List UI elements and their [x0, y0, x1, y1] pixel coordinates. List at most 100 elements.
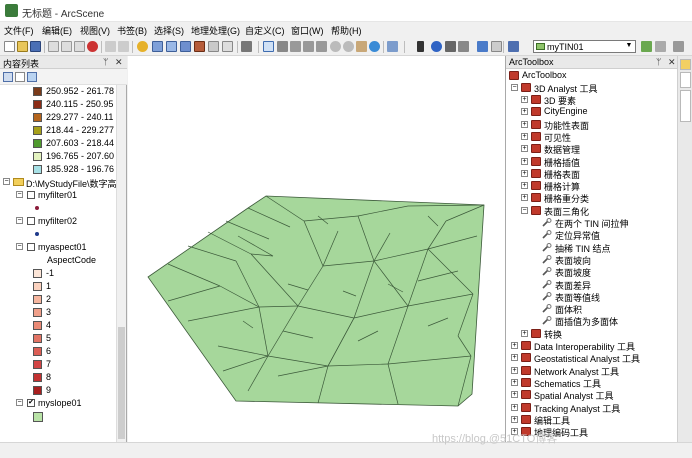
layer-name[interactable]: myslope01 [38, 398, 82, 408]
collapse-icon[interactable]: − [16, 243, 23, 250]
measure-icon[interactable] [458, 41, 469, 52]
tin-tools-icon[interactable] [655, 41, 666, 52]
zoom-out-icon[interactable] [343, 41, 354, 52]
collapse-icon[interactable]: − [16, 191, 23, 198]
layer-icon[interactable] [508, 41, 519, 52]
layer-name[interactable]: myfilter02 [38, 216, 77, 226]
toolset-label: 栅格重分类 [544, 194, 590, 205]
expand-icon[interactable]: + [521, 194, 528, 202]
menu-edit[interactable]: 编辑(E) [42, 24, 72, 37]
fly-icon[interactable] [277, 41, 288, 52]
catalog-icon[interactable] [180, 41, 191, 52]
collapse-icon[interactable]: − [16, 217, 23, 224]
expand-icon[interactable]: + [521, 108, 528, 116]
menu-bookmarks[interactable]: 书签(B) [117, 24, 147, 37]
collapse-icon[interactable]: − [3, 178, 10, 185]
expand-icon[interactable]: + [511, 378, 518, 386]
expand-icon[interactable]: + [521, 132, 528, 140]
expand-icon[interactable]: + [521, 96, 528, 103]
toc-layer-row[interactable]: − myaspect01 [0, 241, 120, 254]
list-by-source-icon[interactable] [15, 72, 25, 82]
model-builder-icon[interactable] [222, 41, 233, 52]
menu-window[interactable]: 窗口(W) [291, 24, 324, 37]
toc-group-row[interactable]: − D:\MyStudyFile\数字高 [0, 176, 120, 189]
animation-icon[interactable] [477, 41, 488, 52]
list-by-drawing-order-icon[interactable] [3, 72, 13, 82]
layer-name[interactable]: myfilter01 [38, 190, 77, 200]
close-icon[interactable]: ✕ [668, 57, 676, 68]
expand-icon[interactable]: + [511, 403, 518, 411]
collapse-icon[interactable]: − [511, 84, 518, 91]
layer-dropdown[interactable]: myTIN01 ▼ [533, 40, 636, 53]
scene-viewport[interactable] [128, 56, 505, 442]
set-observer-icon[interactable] [316, 41, 327, 52]
layer-visibility-checkbox[interactable]: ✔ [27, 399, 35, 407]
menu-file[interactable]: 文件(F) [4, 24, 34, 37]
expand-icon[interactable]: + [521, 157, 528, 165]
pin-icon[interactable]: ᛘ [103, 57, 108, 67]
layer-visibility-checkbox[interactable] [27, 191, 35, 199]
layer-visibility-checkbox[interactable] [27, 243, 35, 251]
scene-properties-icon[interactable] [491, 41, 502, 52]
window-icon[interactable] [152, 41, 163, 52]
expand-icon[interactable]: + [521, 182, 528, 190]
tools-dropdown-icon[interactable] [241, 41, 252, 52]
expand-icon[interactable]: + [521, 120, 528, 128]
list-by-visibility-icon[interactable] [27, 72, 37, 82]
cut-icon[interactable] [48, 41, 59, 52]
menu-customize[interactable]: 自定义(C) [245, 24, 285, 37]
save-icon[interactable] [30, 41, 41, 52]
toc-layer-row[interactable]: − myfilter02 [0, 215, 120, 228]
toc-window-icon[interactable] [166, 41, 177, 52]
new-document-icon[interactable] [4, 41, 15, 52]
menu-help[interactable]: 帮助(H) [331, 24, 362, 37]
paste-icon[interactable] [74, 41, 85, 52]
full-extent-icon[interactable] [369, 41, 380, 52]
identify-icon[interactable] [431, 41, 442, 52]
layer-visibility-checkbox[interactable] [27, 217, 35, 225]
close-icon[interactable]: ✕ [115, 57, 123, 68]
hyperlink-icon[interactable] [445, 41, 456, 52]
toolbox-icon [531, 144, 541, 154]
expand-icon[interactable]: + [511, 342, 518, 349]
chevron-down-icon[interactable]: ▼ [624, 42, 634, 51]
menu-view[interactable]: 视图(V) [80, 24, 110, 37]
target-center-icon[interactable] [290, 41, 301, 52]
pan-icon[interactable] [356, 41, 367, 52]
arctoolbox-icon[interactable] [194, 41, 205, 52]
collapse-icon[interactable]: − [16, 399, 23, 406]
menu-select[interactable]: 选择(S) [154, 24, 184, 37]
expand-icon[interactable]: + [521, 329, 528, 337]
toc-layer-row[interactable]: − ✔ myslope01 [0, 397, 120, 410]
open-folder-icon[interactable] [17, 41, 28, 52]
delete-icon[interactable] [87, 41, 98, 52]
interactive-edit-icon[interactable] [641, 41, 652, 52]
copy-icon[interactable] [61, 41, 72, 52]
expand-icon[interactable]: + [521, 145, 528, 153]
expand-icon[interactable]: + [511, 391, 518, 399]
toc-layer-row[interactable]: − myfilter01 [0, 189, 120, 202]
expand-icon[interactable]: + [511, 354, 518, 362]
zoom-to-target-icon[interactable] [303, 41, 314, 52]
layer-name[interactable]: myaspect01 [38, 242, 87, 252]
tool-label: 面插值为多面体 [555, 317, 619, 328]
results-tab[interactable] [680, 90, 691, 122]
expand-icon[interactable]: + [521, 169, 528, 177]
add-data-icon[interactable] [137, 41, 148, 52]
navigate-icon[interactable] [263, 41, 274, 52]
undo-icon[interactable] [105, 41, 116, 52]
python-icon[interactable] [208, 41, 219, 52]
pin-icon[interactable]: ᛘ [656, 57, 661, 67]
menu-geoprocessing[interactable]: 地理处理(G) [191, 24, 240, 37]
search-tab[interactable] [680, 72, 691, 88]
select-elements-icon[interactable] [417, 41, 424, 52]
select-features-icon[interactable] [387, 41, 398, 52]
collapse-icon[interactable]: − [521, 206, 528, 214]
expand-icon[interactable]: + [511, 415, 518, 423]
expand-icon[interactable]: + [511, 366, 518, 374]
tin-surface-view[interactable] [128, 56, 505, 442]
redo-icon[interactable] [118, 41, 129, 52]
zoom-in-icon[interactable] [330, 41, 341, 52]
catalog-tab-icon[interactable] [680, 59, 691, 70]
more-tools-icon[interactable] [673, 41, 684, 52]
